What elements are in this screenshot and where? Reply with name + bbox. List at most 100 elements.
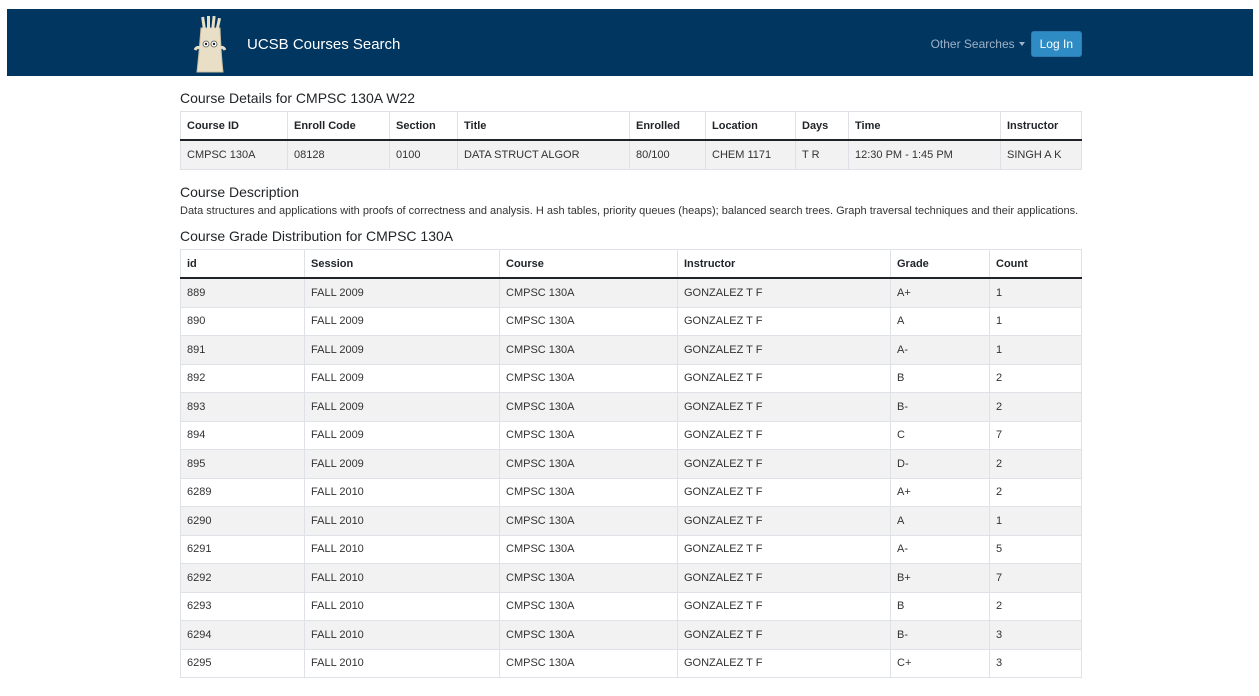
cell-count: 7	[989, 420, 1082, 450]
cell-id: 6291	[180, 534, 305, 564]
cell-session: FALL 2009	[304, 363, 500, 393]
cell-course: CMPSC 130A	[499, 335, 678, 365]
cell-location: CHEM 1171	[705, 139, 796, 170]
cell-count: 3	[989, 620, 1082, 650]
cell-instructor: GONZALEZ T F	[677, 563, 891, 593]
nav-right: Other Searches Log In	[931, 31, 1082, 57]
column-header: Count	[989, 249, 1082, 279]
grade-distribution-heading: Course Grade Distribution for CMPSC 130A	[180, 228, 454, 244]
course-description-text: Data structures and applications with pr…	[180, 205, 1079, 217]
cell-grade: C	[890, 420, 990, 450]
cell-grade: B	[890, 591, 990, 621]
cell-count: 1	[989, 277, 1082, 308]
cell-count: 5	[989, 534, 1082, 564]
cell-count: 1	[989, 306, 1082, 336]
table-row: 6289 FALL 2010 CMPSC 130A GONZALEZ T F A+ 2	[180, 477, 1082, 507]
cell-count: 2	[989, 591, 1082, 621]
cell-session: FALL 2010	[304, 591, 500, 621]
cell-course: CMPSC 130A	[499, 420, 678, 450]
cell-id: 891	[180, 335, 305, 365]
column-header: Enroll Code	[287, 111, 390, 141]
cell-course: CMPSC 130A	[499, 477, 678, 507]
cell-id: 6290	[180, 506, 305, 536]
cell-id: 895	[180, 449, 305, 479]
table-row: 6290 FALL 2010 CMPSC 130A GONZALEZ T FA1	[180, 506, 1082, 536]
cell-session: FALL 2009	[304, 306, 500, 336]
cell-instructor: GONZALEZ T F	[677, 420, 891, 450]
cell-course: CMPSC 130A	[499, 620, 678, 650]
cell-session: FALL 2010	[304, 648, 500, 678]
cell-course: CMPSC 130A	[499, 563, 678, 593]
cell-session: FALL 2010	[304, 534, 500, 564]
brand-link[interactable]: UCSB Courses Search	[193, 14, 400, 74]
other-searches-label[interactable]: Other Searches	[931, 37, 1015, 51]
cell-grade: A-	[890, 335, 990, 365]
caret-down-icon[interactable]	[1018, 42, 1025, 46]
cell-count: 7	[989, 563, 1082, 593]
main-content: Course Details for CMPSC 130A W22 Course…	[180, 90, 1082, 678]
table-row: 890 FALL 2009 CMPSC 130A GONZALEZ T FA1	[180, 306, 1082, 336]
grade-distribution-table: id Session Course Instructor Grade Count…	[180, 249, 1082, 678]
table-row: 894 FALL 2009 CMPSC 130A GONZALEZ T FC7	[180, 420, 1082, 450]
table-row: 6295 FALL 2010 CMPSC 130A GONZALEZ T F C+ 3	[180, 648, 1082, 678]
cell-grade: B-	[890, 392, 990, 422]
cell-instructor: GONZALEZ T F	[677, 648, 891, 678]
cell-id: 890	[180, 306, 305, 336]
brand-title[interactable]: UCSB Courses Search	[247, 36, 400, 53]
grade-distribution-header-row: id Session Course Instructor Grade Count	[180, 249, 1082, 279]
column-header: Instructor	[677, 249, 891, 279]
course-details-table: Course ID Enroll Code Section Title Enro…	[180, 111, 1082, 170]
cell-id: 6289	[180, 477, 305, 507]
column-header: Title	[457, 111, 630, 141]
column-header: Section	[389, 111, 458, 141]
navbar: UCSB Courses Search Other Searches Log I…	[7, 9, 1253, 76]
cell-instructor: SINGH A K	[1000, 139, 1082, 170]
cell-title: DATA STRUCT ALGOR	[457, 139, 630, 170]
cell-grade: C+	[890, 648, 990, 678]
cell-instructor: GONZALEZ T F	[677, 392, 891, 422]
cell-session: FALL 2010	[304, 506, 500, 536]
column-header: Time	[848, 111, 1001, 141]
column-header: Grade	[890, 249, 990, 279]
table-row: 889 FALL 2009 CMPSC 130A GONZALEZ T F A+ 1	[180, 277, 1082, 308]
cell-session: FALL 2009	[304, 392, 500, 422]
storke-tower-mascot-icon	[193, 15, 227, 73]
table-row: 6294 FALL 2010 CMPSC 130A GONZALEZ T F B- 3	[180, 620, 1082, 650]
cell-time: 12:30 PM - 1:45 PM	[848, 139, 1001, 170]
table-row: 893 FALL 2009 CMPSC 130A GONZALEZ T F B- 2	[180, 392, 1082, 422]
cell-instructor: GONZALEZ T F	[677, 506, 891, 536]
course-details-heading: Course Details for CMPSC 130A W22	[180, 90, 415, 106]
cell-instructor: GONZALEZ T F	[677, 449, 891, 479]
table-row: 891 FALL 2009 CMPSC 130A GONZALEZ T F A- 1	[180, 335, 1082, 365]
cell-section: 0100	[389, 139, 458, 170]
cell-grade: A+	[890, 277, 990, 308]
table-row: 895 FALL 2009 CMPSC 130A GONZALEZ T F D- 2	[180, 449, 1082, 479]
cell-enrolled: 80/100	[629, 139, 706, 170]
cell-id: 6293	[180, 591, 305, 621]
login-button[interactable]: Log In	[1030, 31, 1082, 57]
cell-instructor: GONZALEZ T F	[677, 335, 891, 365]
cell-id: 6295	[180, 648, 305, 678]
cell-grade: A	[890, 306, 990, 336]
other-searches-dropdown[interactable]: Other Searches	[931, 37, 1025, 51]
cell-course: CMPSC 130A	[499, 506, 678, 536]
column-header: Instructor	[1000, 111, 1082, 141]
column-header: Location	[705, 111, 796, 141]
cell-count: 2	[989, 392, 1082, 422]
cell-instructor: GONZALEZ T F	[677, 306, 891, 336]
cell-instructor: GONZALEZ T F	[677, 534, 891, 564]
cell-course-id: CMPSC 130A	[180, 139, 288, 170]
cell-session: FALL 2010	[304, 563, 500, 593]
cell-course: CMPSC 130A	[499, 648, 678, 678]
cell-session: FALL 2009	[304, 449, 500, 479]
cell-session: FALL 2010	[304, 477, 500, 507]
cell-course: CMPSC 130A	[499, 591, 678, 621]
table-row: 6292 FALL 2010 CMPSC 130A GONZALEZ T F B+ 7	[180, 563, 1082, 593]
table-row: 892 FALL 2009 CMPSC 130A GONZALEZ T FB2	[180, 363, 1082, 393]
cell-id: 894	[180, 420, 305, 450]
cell-id: 6292	[180, 563, 305, 593]
cell-count: 1	[989, 335, 1082, 365]
cell-session: FALL 2009	[304, 420, 500, 450]
grade-distribution-body: 889 FALL 2009 CMPSC 130A GONZALEZ T F A+ 1 890…	[180, 277, 1082, 678]
cell-instructor: GONZALEZ T F	[677, 591, 891, 621]
